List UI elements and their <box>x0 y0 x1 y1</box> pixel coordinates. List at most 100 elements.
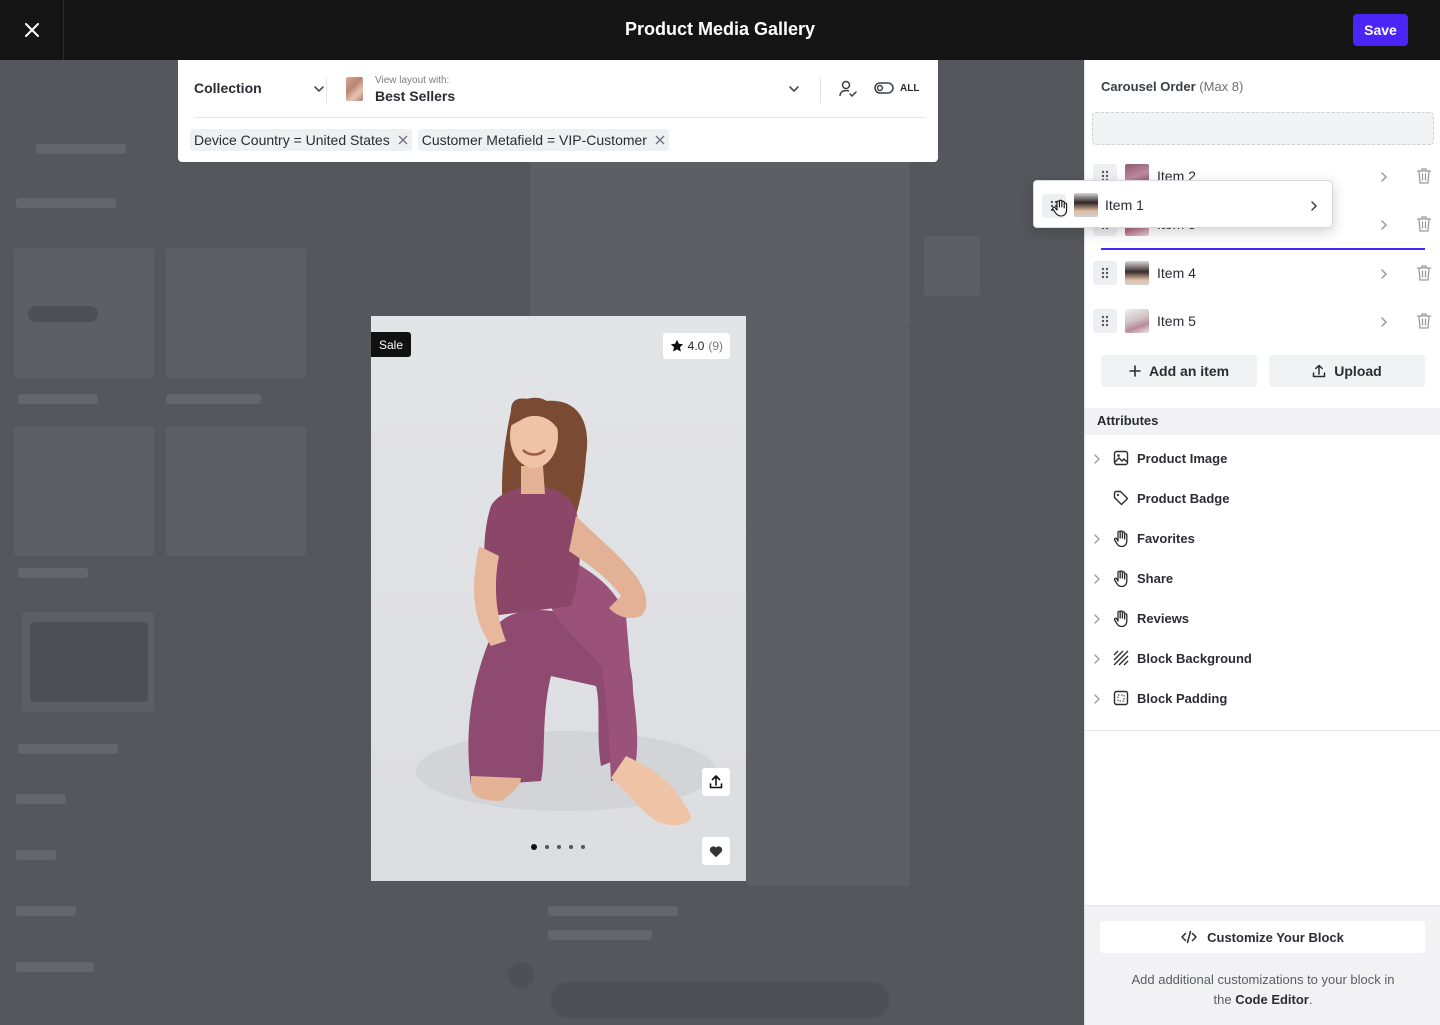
chevron-right-icon[interactable] <box>1377 170 1391 184</box>
chevron-right-icon[interactable] <box>1377 315 1391 329</box>
chevron-right-icon[interactable] <box>1377 267 1391 281</box>
chevron-right-icon[interactable] <box>1092 532 1102 550</box>
all-toggle-label: ALL <box>900 82 920 94</box>
attributes-heading: Attributes <box>1085 408 1440 435</box>
hand-pointer-icon <box>1113 570 1129 592</box>
attribute-row[interactable]: Block Background <box>1085 645 1440 673</box>
remove-icon[interactable] <box>398 135 408 145</box>
heart-icon <box>709 845 723 857</box>
trash-icon[interactable] <box>1416 167 1432 185</box>
add-item-button[interactable]: Add an item <box>1101 355 1257 387</box>
attribute-row[interactable]: Share <box>1085 565 1440 593</box>
trash-icon[interactable] <box>1416 264 1432 282</box>
user-check-icon[interactable] <box>838 79 858 99</box>
collection-select[interactable]: Collection <box>194 80 262 96</box>
sale-badge: Sale <box>371 332 411 357</box>
divider <box>1085 730 1440 731</box>
item-label: Item 5 <box>1157 313 1196 329</box>
toggle-icon <box>874 82 894 94</box>
tag-icon <box>1113 490 1129 511</box>
rating-count: (9) <box>708 339 723 353</box>
share-icon <box>709 775 723 789</box>
view-layout-select[interactable]: Best Sellers <box>375 88 455 104</box>
chevron-right-icon[interactable] <box>1092 572 1102 590</box>
pagination-dot[interactable] <box>545 845 549 849</box>
trash-icon[interactable] <box>1416 312 1432 330</box>
attribute-row[interactable]: Reviews <box>1085 605 1440 633</box>
item-label: Item 1 <box>1105 197 1144 213</box>
attribute-label: Product Badge <box>1137 491 1230 506</box>
attribute-label: Favorites <box>1137 531 1195 546</box>
pagination-dot[interactable] <box>557 845 561 849</box>
collection-thumbnail <box>346 77 363 101</box>
chevron-down-icon[interactable] <box>787 82 801 96</box>
chevron-right-icon[interactable] <box>1307 199 1321 213</box>
customize-block-button[interactable]: Customize Your Block <box>1100 921 1425 953</box>
filter-chip: Customer Metafield = VIP-Customer <box>417 129 669 151</box>
attribute-row[interactable]: Favorites <box>1085 525 1440 553</box>
grab-cursor-icon <box>1052 199 1068 217</box>
pagination-dot[interactable] <box>581 845 585 849</box>
code-editor-link[interactable]: Code Editor <box>1235 992 1309 1007</box>
image-pagination <box>531 844 585 850</box>
filter-chips: Device Country = United States Customer … <box>190 129 669 151</box>
customize-block-label: Customize Your Block <box>1207 929 1344 945</box>
customize-note-end: . <box>1308 992 1313 1007</box>
chevron-right-icon[interactable] <box>1092 452 1102 470</box>
padding-box-icon <box>1113 690 1129 711</box>
hand-pointer-icon <box>1113 610 1129 632</box>
item-thumbnail <box>1125 261 1149 285</box>
attribute-row[interactable]: Block Padding <box>1085 685 1440 713</box>
remove-icon[interactable] <box>655 135 665 145</box>
chevron-right-icon[interactable] <box>1377 218 1391 232</box>
carousel-item[interactable]: Item 5 <box>1085 305 1440 341</box>
carousel-max: (Max 8) <box>1199 79 1244 94</box>
item-thumbnail <box>1125 309 1149 333</box>
view-layout-caption: View layout with: <box>375 75 450 86</box>
product-card-preview: Sale 4.0 (9) <box>371 316 746 881</box>
chevron-right-icon[interactable] <box>1092 692 1102 710</box>
pagination-dot[interactable] <box>569 845 573 849</box>
chip-label: Device Country = United States <box>194 132 390 148</box>
carousel-order-title: Carousel Order <box>1101 79 1196 94</box>
all-toggle[interactable]: ALL <box>874 82 919 94</box>
upload-label: Upload <box>1334 363 1382 379</box>
divider <box>820 77 821 103</box>
trash-icon[interactable] <box>1416 215 1432 233</box>
chevron-down-icon[interactable] <box>312 82 326 96</box>
attribute-label: Product Image <box>1137 451 1228 466</box>
drag-handle[interactable] <box>1093 309 1117 333</box>
pagination-dot[interactable] <box>531 844 537 850</box>
plus-icon <box>1129 365 1141 377</box>
upload-icon <box>1313 364 1326 378</box>
save-button[interactable]: Save <box>1353 14 1408 46</box>
chevron-right-icon[interactable] <box>1092 612 1102 630</box>
rating-badge: 4.0 (9) <box>662 333 730 359</box>
star-icon <box>670 339 683 352</box>
top-bar: Product Media Gallery Save <box>0 0 1440 60</box>
chevron-right-icon[interactable] <box>1092 652 1102 670</box>
carousel-dropzone[interactable] <box>1092 112 1434 145</box>
add-item-label: Add an item <box>1148 363 1230 379</box>
divider <box>326 77 327 103</box>
hatch-pattern-icon <box>1113 650 1129 671</box>
product-image <box>371 316 746 881</box>
item-thumbnail <box>1074 193 1098 217</box>
favorite-button[interactable] <box>702 837 730 865</box>
chip-label: Customer Metafield = VIP-Customer <box>421 132 647 148</box>
drag-handle[interactable] <box>1093 261 1117 285</box>
item-label: Item 4 <box>1157 265 1196 281</box>
dragging-carousel-item[interactable]: Item 1 <box>1033 180 1333 228</box>
attribute-row[interactable]: Product Badge <box>1085 485 1440 513</box>
image-icon <box>1113 450 1129 471</box>
attribute-label: Block Padding <box>1137 691 1228 706</box>
drag-handle-icon <box>1101 267 1109 279</box>
attribute-label: Block Background <box>1137 651 1252 666</box>
drop-indicator <box>1101 248 1425 250</box>
share-button[interactable] <box>702 768 730 796</box>
customize-footer: Customize Your Block Add additional cust… <box>1085 905 1440 1025</box>
carousel-item[interactable]: Item 4 <box>1085 257 1440 293</box>
upload-button[interactable]: Upload <box>1269 355 1425 387</box>
attribute-row[interactable]: Product Image <box>1085 445 1440 473</box>
filter-chip: Device Country = United States <box>190 129 412 151</box>
